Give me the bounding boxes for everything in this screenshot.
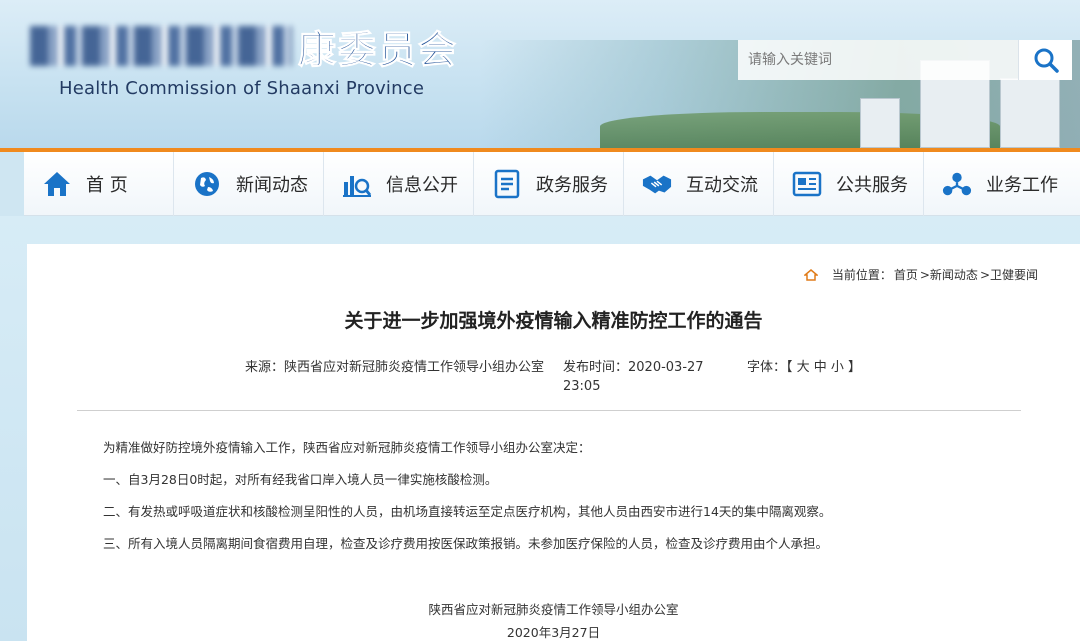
building-decoration bbox=[860, 98, 900, 148]
building-decoration bbox=[1000, 78, 1060, 148]
nav-label: 首 页 bbox=[86, 175, 128, 196]
search-button[interactable] bbox=[1018, 40, 1072, 80]
nav-item-gov-services[interactable]: 政务服务 bbox=[474, 152, 624, 216]
logo-english-text: Health Commission of Shaanxi Province bbox=[59, 78, 425, 99]
search-icon bbox=[1034, 48, 1059, 73]
nav-item-news[interactable]: 新闻动态 bbox=[174, 152, 324, 216]
newspaper-icon bbox=[792, 169, 822, 199]
breadcrumb-news[interactable]: >新闻动态 bbox=[920, 266, 978, 283]
article-title: 关于进一步加强境外疫情输入精准防控工作的通告 bbox=[344, 310, 763, 332]
nav-item-business[interactable]: 业务工作 bbox=[924, 152, 1074, 216]
nav-label: 新闻动态 bbox=[236, 175, 308, 196]
location-home-icon bbox=[803, 268, 818, 281]
blurred-logo-text bbox=[30, 26, 292, 66]
article-source: 来源：陕西省应对新冠肺炎疫情工作领导小组办公室 bbox=[245, 358, 545, 377]
font-size-options[interactable]: 【 大 中 小 】 bbox=[786, 360, 861, 375]
article-body: 为精准做好防控境外疫情输入工作，陕西省应对新冠肺炎疫情工作领导小组办公室决定： … bbox=[103, 440, 1023, 568]
font-size-selector: 字体：【 大 中 小 】 bbox=[747, 358, 867, 377]
nav-label: 互动交流 bbox=[686, 175, 758, 196]
chart-search-icon bbox=[342, 169, 372, 199]
nav-item-interaction[interactable]: 互动交流 bbox=[624, 152, 774, 216]
globe-icon bbox=[192, 169, 222, 199]
site-header: 康委员会 Health Commission of Shaanxi Provin… bbox=[0, 0, 1080, 148]
source-value: 陕西省应对新冠肺炎疫情工作领导小组办公室 bbox=[284, 360, 545, 375]
nav-label: 政务服务 bbox=[536, 175, 608, 196]
nav-label: 业务工作 bbox=[986, 175, 1058, 196]
network-icon bbox=[942, 169, 972, 199]
site-logo[interactable]: 康委员会 bbox=[30, 18, 490, 74]
article-paragraph: 二、有发热或呼吸道症状和核酸检测呈阳性的人员，由机场直接转运至定点医疗机构，其他… bbox=[103, 504, 832, 519]
home-icon bbox=[42, 169, 72, 199]
breadcrumb-home[interactable]: 首页 bbox=[894, 266, 918, 283]
article-publish-time: 发布时间：2020-03-27 23:05 bbox=[563, 358, 733, 396]
breadcrumb: 当前位置： 首页 >新闻动态 >卫健要闻 bbox=[803, 266, 1040, 283]
logo-chinese-text: 康委员会 bbox=[297, 26, 459, 72]
breadcrumb-prefix: 当前位置： bbox=[831, 268, 892, 282]
main-nav: 首 页 新闻动态 信息公开 政务服务 互动交流 公共服务 业务工作 bbox=[24, 152, 1080, 216]
source-label: 来源： bbox=[245, 360, 285, 375]
signature-date: 2020年3月27日 bbox=[506, 625, 601, 640]
nav-label: 公共服务 bbox=[836, 175, 908, 196]
nav-item-public-services[interactable]: 公共服务 bbox=[774, 152, 924, 216]
nav-item-home[interactable]: 首 页 bbox=[24, 152, 174, 216]
handshake-icon bbox=[642, 169, 672, 199]
signature-org: 陕西省应对新冠肺炎疫情工作领导小组办公室 bbox=[428, 602, 679, 617]
nav-label: 信息公开 bbox=[386, 175, 458, 196]
article-panel: 当前位置： 首页 >新闻动态 >卫健要闻 关于进一步加强境外疫情输入精准防控工作… bbox=[27, 244, 1080, 641]
document-icon bbox=[492, 169, 522, 199]
divider bbox=[77, 410, 1021, 411]
article-paragraph: 为精准做好防控境外疫情输入工作，陕西省应对新冠肺炎疫情工作领导小组办公室决定： bbox=[103, 440, 591, 455]
article-paragraph: 三、所有入境人员隔离期间食宿费用自理，检查及诊疗费用按医保政策报销。未参加医疗保… bbox=[103, 536, 829, 551]
article-signature-block: 陕西省应对新冠肺炎疫情工作领导小组办公室 2020年3月27日 bbox=[27, 598, 1080, 641]
publish-time-label: 发布时间： bbox=[563, 360, 629, 375]
font-size-label: 字体： bbox=[747, 360, 787, 375]
search-input[interactable] bbox=[738, 40, 1018, 80]
article-paragraph: 一、自3月28日0时起，对所有经我省口岸入境人员一律实施核酸检测。 bbox=[103, 472, 498, 487]
nav-item-info-public[interactable]: 信息公开 bbox=[324, 152, 474, 216]
breadcrumb-headlines[interactable]: >卫健要闻 bbox=[980, 266, 1038, 283]
search-box bbox=[738, 40, 1072, 80]
